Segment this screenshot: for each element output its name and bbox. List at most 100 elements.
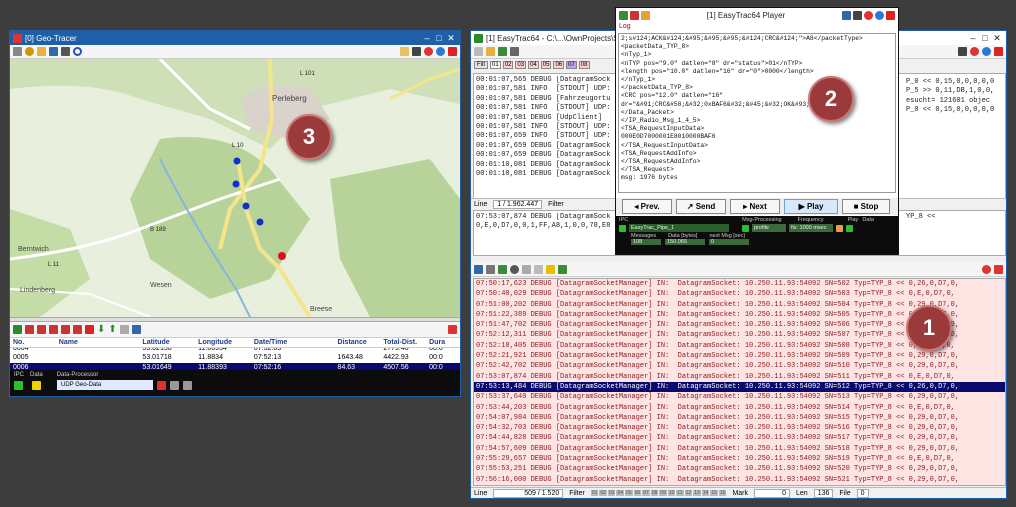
status-filter-chip[interactable]: 12 <box>684 490 693 496</box>
help-icon[interactable] <box>970 47 979 56</box>
filter-chip[interactable]: 06 <box>553 61 565 69</box>
player-close-icon[interactable] <box>886 10 895 20</box>
info-icon[interactable] <box>982 47 991 56</box>
close-button[interactable]: ✕ <box>445 33 457 44</box>
radio-icon[interactable] <box>73 47 82 56</box>
help-log-icon[interactable] <box>982 264 991 274</box>
pin-remove-icon[interactable] <box>61 325 70 334</box>
column-header[interactable]: Total-Dist. <box>380 338 426 347</box>
log-row[interactable]: 07:53:37,640 DEBUG [DatagramSocketManage… <box>474 392 1005 402</box>
route-icon[interactable] <box>13 325 22 334</box>
filt-button[interactable]: Filt <box>474 61 488 69</box>
column-header[interactable]: Latitude <box>139 338 195 347</box>
circle-icon[interactable] <box>25 47 34 56</box>
tools-icon[interactable] <box>958 47 967 56</box>
column-header[interactable]: Name <box>56 338 140 347</box>
stop-icon[interactable] <box>157 380 166 390</box>
list-icon[interactable] <box>486 264 495 274</box>
status-filter-chip[interactable]: 11 <box>676 490 684 496</box>
map-view[interactable]: Perleberg Berntwich Wesen Lindenberg Bre… <box>10 59 460 317</box>
log-row[interactable]: 07:50:40,029 DEBUG [DatagramSocketManage… <box>474 289 1005 299</box>
pin-log-icon[interactable] <box>994 264 1003 274</box>
tools-icon[interactable] <box>412 47 421 56</box>
log-row[interactable]: 07:52:21,921 DEBUG [DatagramSocketManage… <box>474 351 1005 361</box>
table-row[interactable]: 0005 53.01718 11.8834 07:52:13 1643.48 4422.9… <box>10 353 460 363</box>
status-filter-chip[interactable]: 02 <box>599 490 607 496</box>
panel-icon[interactable] <box>522 264 531 274</box>
status-filter-chip[interactable]: 05 <box>625 490 633 496</box>
config-icon[interactable] <box>170 380 179 390</box>
log-row[interactable]: 07:52:42,702 DEBUG [DatagramSocketManage… <box>474 361 1005 371</box>
search-log-icon[interactable] <box>510 264 519 274</box>
save-icon[interactable] <box>49 47 58 56</box>
column-header[interactable]: Distance <box>335 338 381 347</box>
arrow-down-icon[interactable]: ⬇ <box>97 324 105 335</box>
status-filter-chip[interactable]: 13 <box>693 490 701 496</box>
log-row[interactable]: 07:53:07,874 DEBUG [DatagramSocketManage… <box>474 372 1005 382</box>
new-icon[interactable] <box>474 47 483 56</box>
log-row[interactable]: 07:54:57,609 DEBUG [DatagramSocketManage… <box>474 444 1005 454</box>
export-icon[interactable] <box>61 47 70 56</box>
pin-clear-icon[interactable] <box>73 325 82 334</box>
open-icon[interactable] <box>37 47 46 56</box>
pipe-value[interactable]: EasyTrac_Pipe_1 <box>629 224 729 232</box>
status-filter-chip[interactable]: 03 <box>607 490 616 496</box>
save-log-icon[interactable] <box>474 264 483 274</box>
delete-row-icon[interactable] <box>85 325 94 334</box>
status-filter-chip[interactable]: 15 <box>710 490 718 496</box>
arrow-up-icon[interactable]: ⬆ <box>108 324 116 335</box>
grid-icon[interactable] <box>498 47 507 56</box>
pin-icon[interactable] <box>630 10 639 20</box>
column-header[interactable]: Date/Time <box>251 338 335 347</box>
export-log-icon[interactable] <box>558 264 567 274</box>
gps-point[interactable] <box>242 202 250 210</box>
player-xml-pane[interactable]: 2;s#124;ACK&#124;&#95;&#95;&#95;&#124;CR… <box>618 33 896 193</box>
prev-button[interactable]: ◂ Prev. <box>622 199 672 214</box>
search-icon[interactable] <box>510 47 519 56</box>
status-filter-chip[interactable]: 10 <box>667 490 676 496</box>
send-button[interactable]: ↗ Send <box>676 199 726 214</box>
filter-chip[interactable]: 08 <box>578 61 590 69</box>
filter-chip[interactable]: 04 <box>528 61 539 69</box>
next-button[interactable]: ▸ Next <box>730 199 780 214</box>
close-button[interactable]: ✕ <box>991 33 1003 44</box>
pin-window-icon[interactable] <box>448 325 457 334</box>
status-filter-chip[interactable]: 06 <box>633 490 642 496</box>
save-list-icon[interactable] <box>131 325 141 334</box>
status-filter-chip[interactable]: 07 <box>642 490 650 496</box>
minimize-button[interactable]: – <box>967 33 979 43</box>
column-header[interactable]: No. <box>10 338 56 347</box>
gps-point[interactable] <box>232 180 240 188</box>
delete-icon[interactable] <box>448 47 457 56</box>
pin-icon[interactable] <box>37 325 46 334</box>
maximize-button[interactable]: □ <box>433 33 445 43</box>
maximize-button[interactable]: □ <box>979 33 991 43</box>
copy-log-icon[interactable] <box>534 264 543 274</box>
status-filter-chip[interactable]: 01 <box>590 490 599 496</box>
player-window-icon[interactable] <box>842 10 851 20</box>
log-row[interactable]: 07:50:17,623 DEBUG [DatagramSocketManage… <box>474 279 1005 289</box>
log-row[interactable]: 07:53:13,484 DEBUG [DatagramSocketManage… <box>474 381 1005 393</box>
player-help-icon[interactable] <box>864 10 873 20</box>
gps-current-point[interactable] <box>278 252 286 260</box>
log-row[interactable]: 07:53:44,203 DEBUG [DatagramSocketManage… <box>474 403 1005 413</box>
log-row[interactable]: 07:56:16,000 DEBUG [DatagramSocketManage… <box>474 475 1005 485</box>
player-tools-icon[interactable] <box>853 10 862 20</box>
log-row[interactable]: 07:55:53,251 DEBUG [DatagramSocketManage… <box>474 464 1005 474</box>
config2-icon[interactable] <box>183 380 192 390</box>
route-edit-icon[interactable] <box>25 325 34 334</box>
delete-icon[interactable] <box>994 47 1003 56</box>
edit-icon[interactable] <box>400 47 409 56</box>
filter-chip[interactable]: 03 <box>515 61 527 69</box>
minimize-button[interactable]: – <box>421 33 433 43</box>
stop-button[interactable]: ■ Stop <box>842 199 890 214</box>
log-row[interactable]: 07:54:44,828 DEBUG [DatagramSocketManage… <box>474 433 1005 443</box>
status-filter-chip[interactable]: 09 <box>659 490 667 496</box>
open-icon[interactable] <box>486 47 495 56</box>
column-header[interactable]: Dura <box>426 338 460 347</box>
gps-point[interactable] <box>233 157 241 165</box>
status-filter-chip[interactable]: 16 <box>718 490 727 496</box>
filter-chip[interactable]: 01 <box>490 61 501 69</box>
filter-chip[interactable]: 05 <box>540 61 552 69</box>
status-filter-chip[interactable]: 14 <box>701 490 710 496</box>
